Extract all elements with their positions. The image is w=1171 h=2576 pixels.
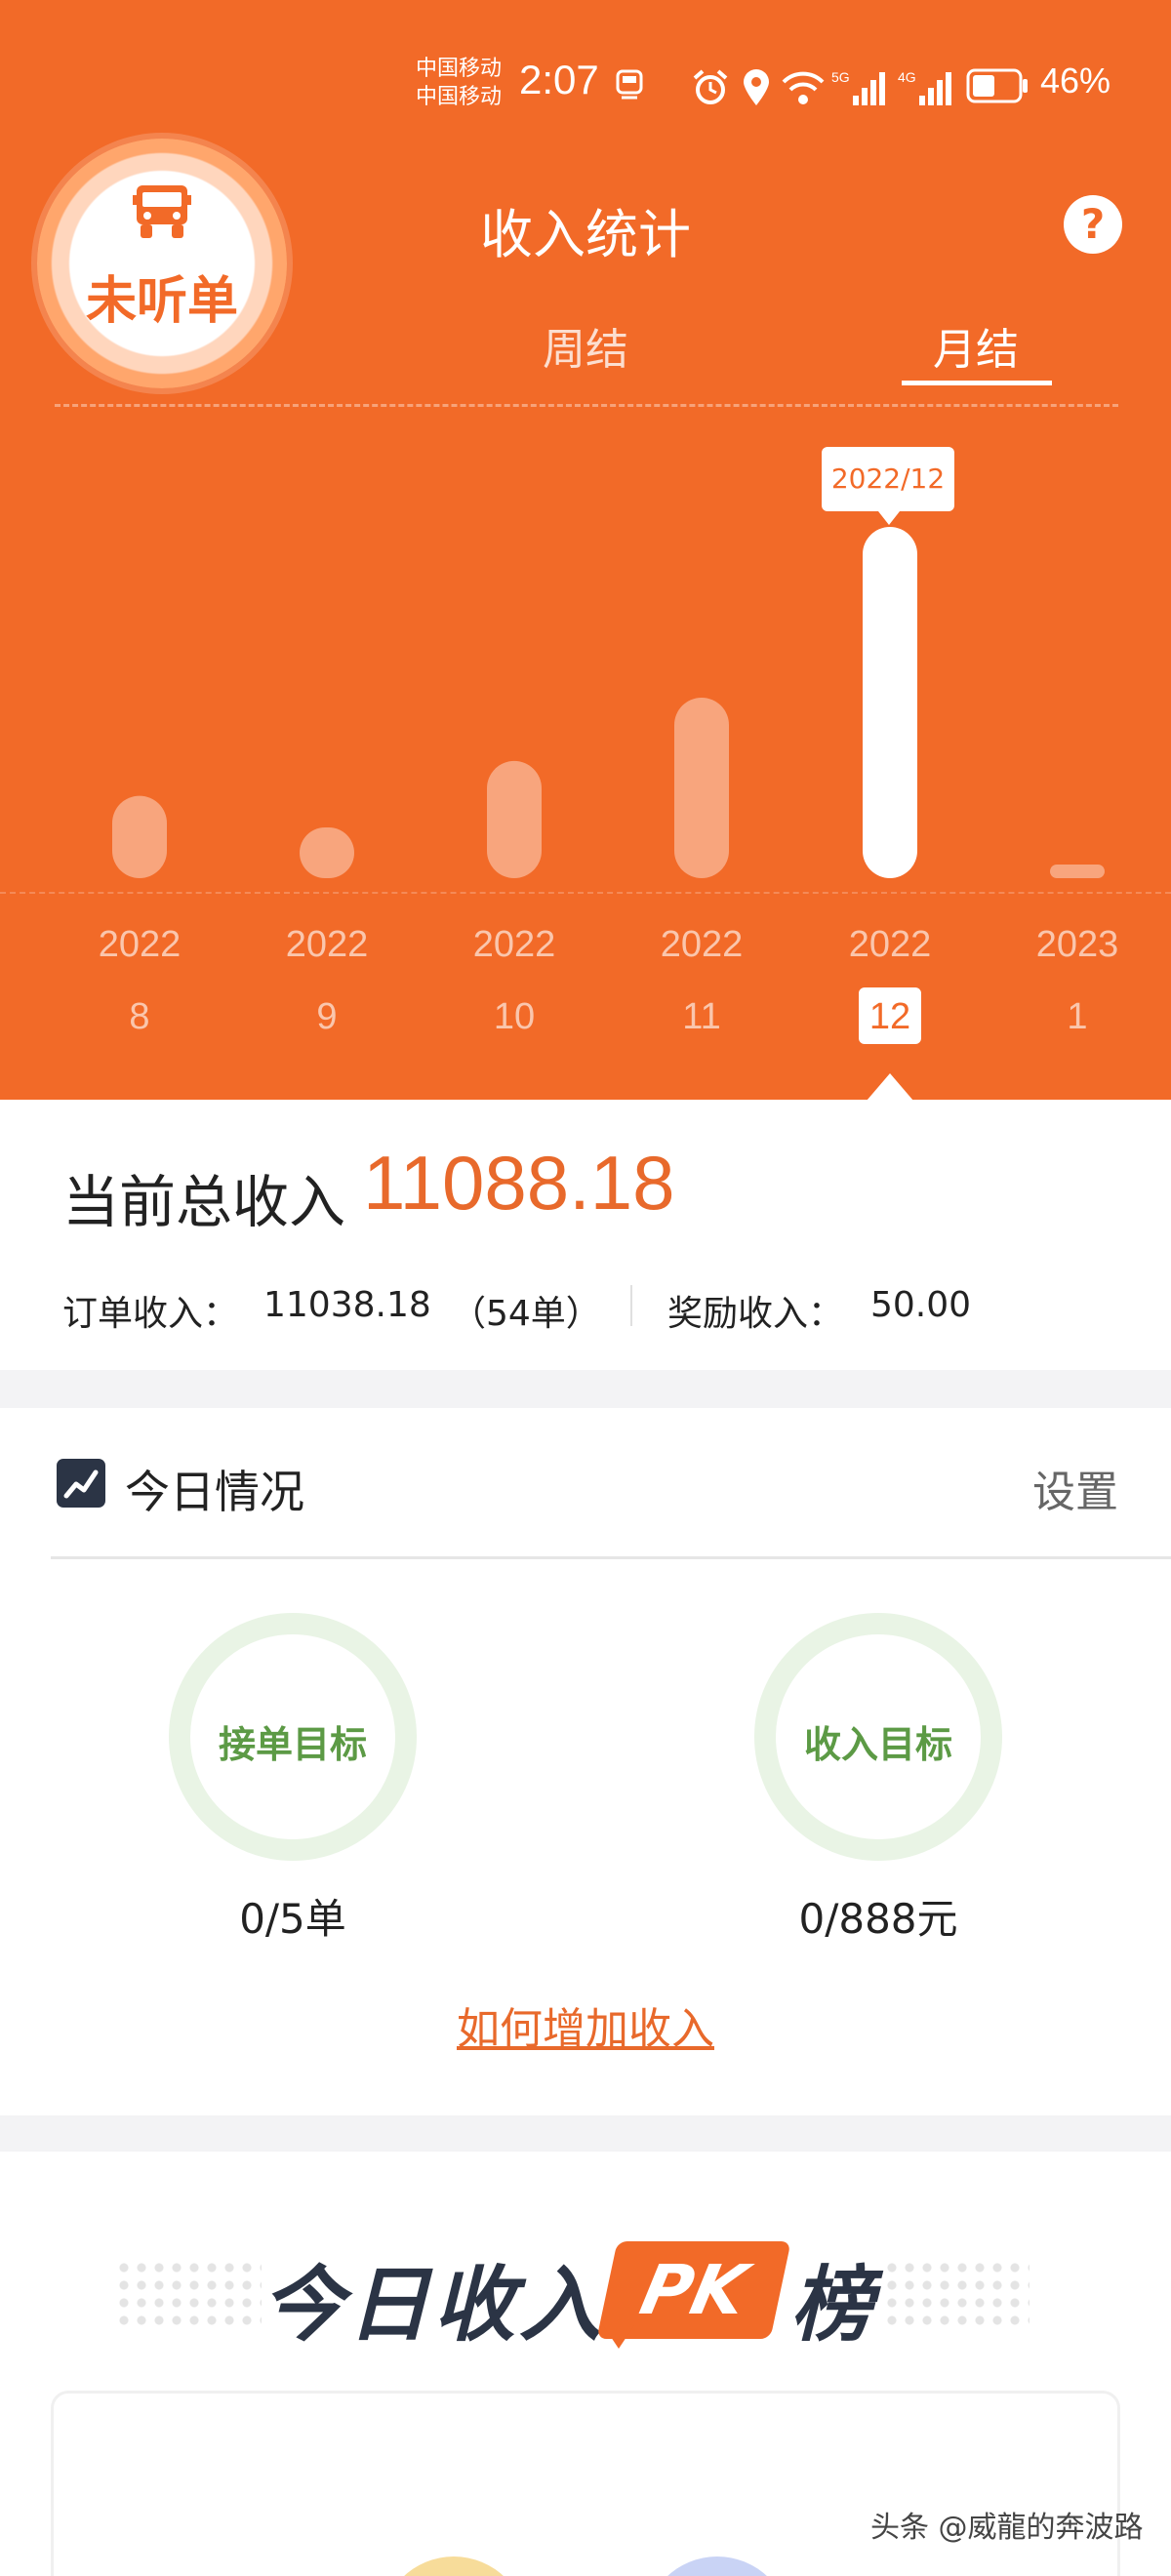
carrier-1: 中国移动 (416, 57, 503, 81)
x-tick-month[interactable]: 10 (494, 996, 535, 1037)
x-tick-year: 2023 (1036, 924, 1119, 965)
listen-status-button[interactable]: 未听单 (37, 139, 287, 388)
pk-title-suffix: 榜 (790, 2257, 873, 2353)
status-bar: 中国移动 中国移动 2:07 5G 4G 46% (0, 49, 1171, 123)
x-tick-month[interactable]: 9 (316, 996, 337, 1037)
order-income-value: 11038.18 (263, 1285, 431, 1325)
decor-dots-right (883, 2259, 1030, 2327)
active-tab-indicator (902, 381, 1052, 385)
pk-ranking-card[interactable] (51, 2391, 1120, 2576)
income-summary-card: 当前总收入 11088.18 订单收入： 11038.18 （54单） 奖励收入… (0, 1100, 1171, 1370)
x-tick-month[interactable]: 8 (129, 996, 149, 1037)
carrier-info: 中国移动 中国移动 (416, 55, 502, 111)
settings-button[interactable]: 设置 (1032, 1457, 1118, 1519)
chart-bar-2022-11[interactable] (674, 697, 729, 878)
pk-badge-tail (603, 2325, 634, 2349)
total-income-value: 11088.18 (363, 1140, 675, 1226)
income-goal-value: 0/888元 (798, 1895, 958, 1943)
x-tick-year: 2022 (661, 924, 744, 965)
trend-chart-icon (57, 1459, 105, 1508)
signal-4g-icon: 4G (898, 69, 951, 105)
today-title: 今日情况 (125, 1466, 304, 1518)
x-tick-year: 2022 (473, 924, 556, 965)
chart-tooltip: 2022/12 (822, 447, 954, 525)
question-icon[interactable]: ? (1064, 195, 1122, 254)
order-goal-label: 接单目标 (218, 1723, 367, 1766)
location-icon (744, 69, 769, 105)
selected-pointer (867, 1073, 913, 1101)
wifi-icon (782, 71, 825, 104)
svg-text:5G: 5G (831, 69, 850, 85)
income-header: 中国移动 中国移动 2:07 5G 4G 46% 未听单 收入统计 ? 周结 月… (0, 0, 1171, 1101)
today-status-card: 今日情况 设置 接单目标 0/5单 收入目标 0/888元 如何增加收入 (0, 1408, 1171, 2115)
section-divider (51, 1556, 1171, 1559)
order-income-label: 订单收入： (62, 1294, 239, 1334)
chart-top-dashed-line (55, 404, 1118, 407)
order-goal-value: 0/5单 (239, 1895, 346, 1943)
how-to-increase-income-link[interactable]: 如何增加收入 (390, 1993, 781, 2056)
status-time: 2:07 (519, 57, 599, 102)
pk-title: 今日收入 (262, 2257, 606, 2353)
listen-status-label: 未听单 (85, 272, 238, 331)
chart-bar-2023-1[interactable] (1050, 865, 1105, 878)
decor-dots-left (115, 2259, 262, 2327)
tab-monthly[interactable]: 月结 (933, 314, 1019, 377)
chart-bar-2022-9[interactable] (300, 827, 354, 878)
chart-bar-2022-12[interactable] (863, 527, 917, 878)
carrier-2: 中国移动 (416, 85, 503, 109)
train-icon (616, 69, 643, 100)
truck-icon (133, 185, 191, 238)
x-tick-year: 2022 (99, 924, 182, 965)
watermark: 头条 @威龍的奔波路 (870, 2511, 1144, 2545)
signal-5g-icon: 5G (831, 69, 885, 105)
order-count: （54单） (451, 1294, 601, 1334)
total-income-label: 当前总收入 (62, 1169, 346, 1235)
x-tick-year: 2022 (849, 924, 932, 965)
tab-weekly[interactable]: 周结 (543, 314, 628, 377)
order-goal-ring[interactable]: 接单目标 (169, 1613, 417, 1861)
chart-bar-2022-8[interactable] (112, 795, 167, 878)
pk-badge: PK (596, 2241, 791, 2339)
monthly-income-chart[interactable]: 2022 8 2022 9 2022 10 2022 11 2022 12 2023 1 (0, 429, 1171, 1054)
battery-icon (966, 68, 1028, 103)
battery-percentage: 46% (1040, 60, 1111, 101)
pk-badge-label: PK (633, 2250, 754, 2330)
chart-bar-2022-10[interactable] (487, 760, 542, 878)
bonus-income-label: 奖励收入： (667, 1294, 844, 1334)
income-goal-ring[interactable]: 收入目标 (754, 1613, 1002, 1861)
bonus-income-value: 50.00 (870, 1285, 972, 1325)
income-goal-label: 收入目标 (803, 1723, 952, 1766)
detail-divider (630, 1285, 632, 1326)
svg-text:4G: 4G (898, 69, 916, 85)
x-tick-month[interactable]: 11 (682, 996, 720, 1037)
x-tick-month[interactable]: 1 (1067, 996, 1087, 1037)
alarm-icon (693, 69, 728, 104)
x-tick-month[interactable]: 12 (869, 996, 910, 1037)
page-title: 收入统计 (480, 204, 691, 265)
x-tick-year: 2022 (286, 924, 369, 965)
